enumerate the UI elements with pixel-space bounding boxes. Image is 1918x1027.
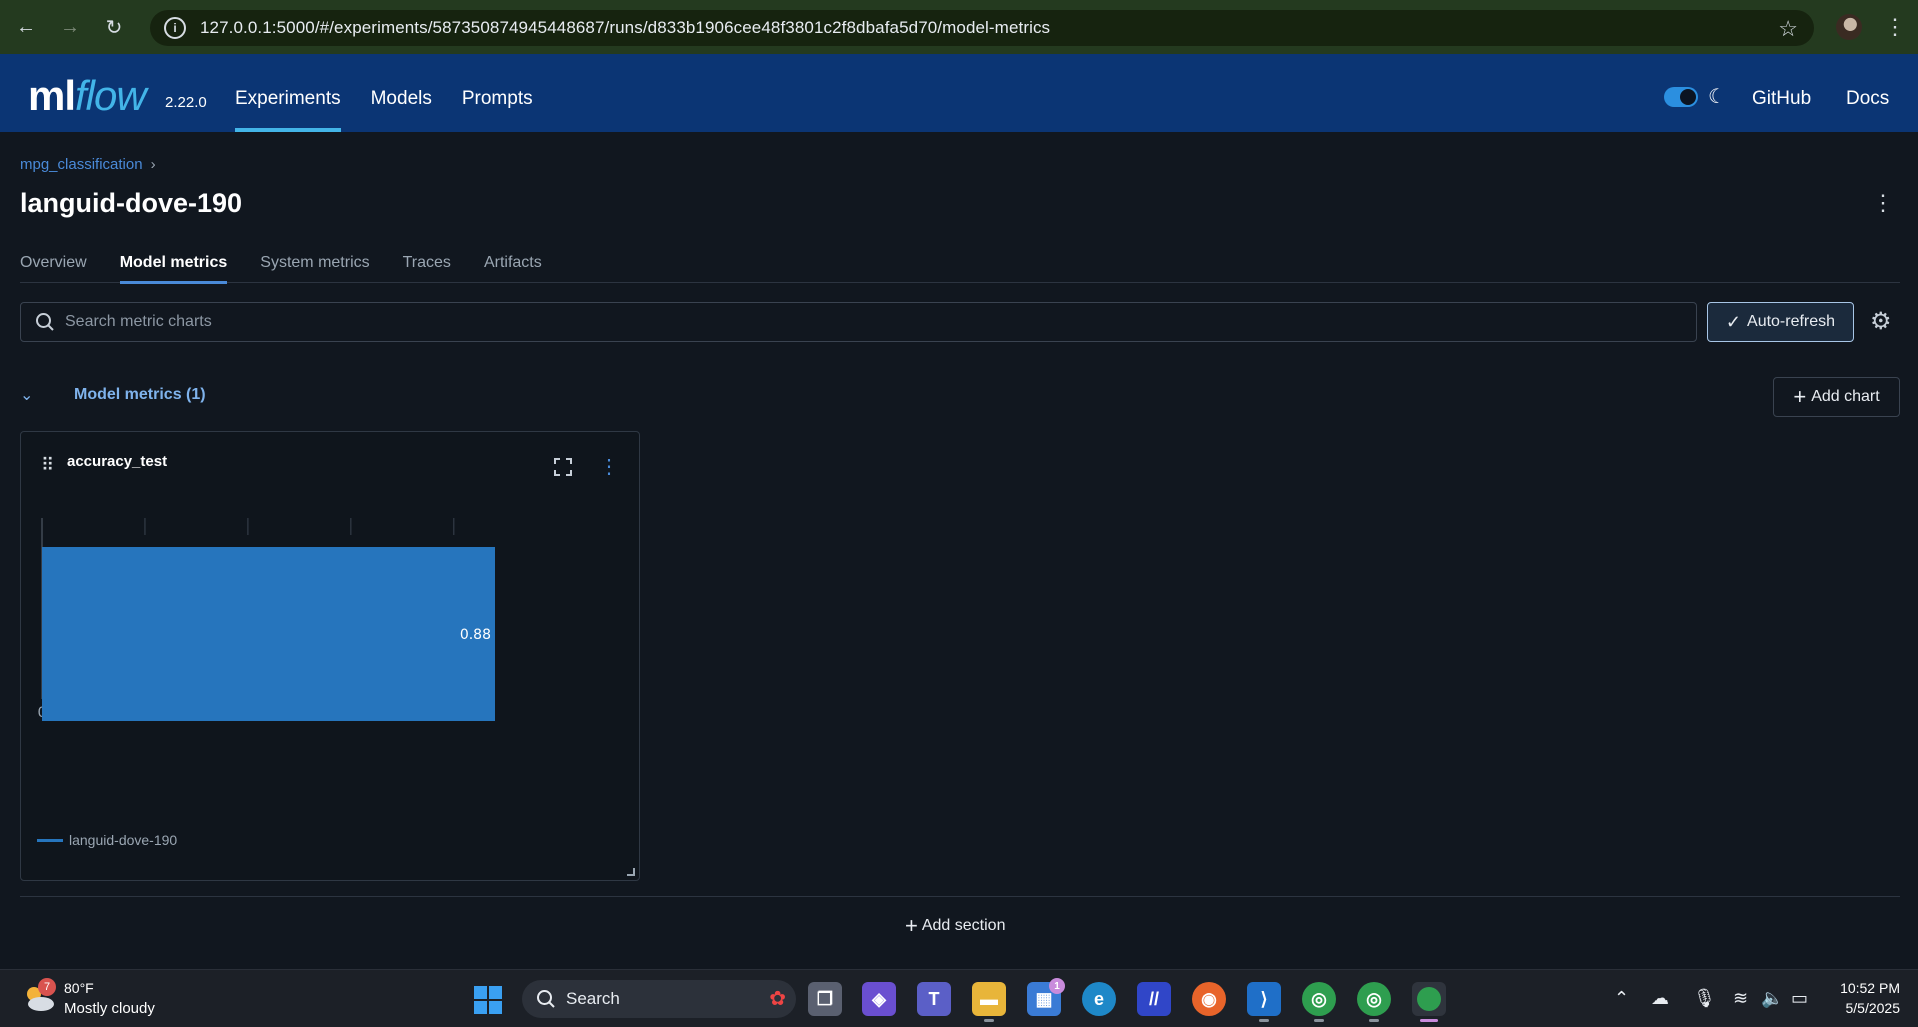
teams-icon[interactable]: T: [917, 982, 951, 1016]
file-explorer-icon[interactable]: ▬: [972, 982, 1006, 1022]
run-tabs: Overview Model metrics System metrics Tr…: [20, 254, 1900, 284]
legend-label: languid-dove-190: [69, 832, 178, 848]
search-placeholder: Search metric charts: [65, 313, 212, 330]
mlflow-header: mlflow 2.22.0 Experiments Models Prompts…: [0, 54, 1918, 132]
tab-artifacts[interactable]: Artifacts: [484, 254, 542, 283]
search-icon: [537, 990, 555, 1008]
breadcrumb: mpg_classification ›: [20, 156, 156, 173]
chevron-down-icon[interactable]: ⌄: [20, 385, 50, 405]
wifi-icon[interactable]: ≋: [1733, 988, 1748, 1009]
chart-legend: languid-dove-190: [37, 832, 177, 848]
add-chart-button[interactable]: + Add chart: [1773, 377, 1900, 417]
taskbar: 7 80°F Mostly cloudy Search ✿ ❐ ◈ T ▬ ▦ 1…: [0, 969, 1918, 1027]
task-view-icon[interactable]: ❐: [808, 982, 842, 1016]
docs-link[interactable]: Docs: [1846, 88, 1889, 110]
address-bar[interactable]: i 127.0.0.1:5000/#/experiments/587350874…: [150, 10, 1814, 46]
section-header[interactable]: ⌄ Model metrics (1): [20, 385, 206, 405]
tab-system-metrics[interactable]: System metrics: [260, 254, 369, 283]
breadcrumb-experiment-link[interactable]: mpg_classification: [20, 156, 143, 173]
resize-handle-icon[interactable]: [627, 868, 635, 876]
auto-refresh-label: Auto-refresh: [1747, 313, 1836, 330]
onedrive-icon[interactable]: ☁: [1651, 988, 1669, 1009]
chrome-icon[interactable]: [1412, 982, 1446, 1022]
browser-toolbar: ← → ↻ i 127.0.0.1:5000/#/experiments/587…: [0, 0, 1918, 54]
address-url[interactable]: 127.0.0.1:5000/#/experiments/58735087494…: [200, 18, 1050, 38]
firefox-icon[interactable]: ◉: [1192, 982, 1226, 1016]
search-highlight-icon: ✿: [769, 988, 786, 1010]
mlflow-logo[interactable]: mlflow: [28, 72, 147, 120]
tab-model-metrics[interactable]: Model metrics: [119, 254, 227, 284]
tab-traces[interactable]: Traces: [403, 254, 451, 283]
section-divider: [20, 896, 1900, 897]
add-section-label: Add section: [921, 917, 1006, 934]
add-chart-label: Add chart: [1811, 388, 1880, 405]
forward-arrow-icon[interactable]: →: [52, 9, 88, 45]
legend-swatch: [37, 838, 63, 842]
edge-icon[interactable]: e: [1082, 982, 1116, 1016]
bar-data-label: 0.88: [460, 627, 491, 643]
nav-prompts[interactable]: Prompts: [462, 54, 533, 132]
top-nav: Experiments Models Prompts: [235, 54, 563, 132]
moon-icon: ☾: [1708, 86, 1726, 108]
checkmark-icon: ✓: [1725, 311, 1742, 332]
dark-mode-toggle[interactable]: [1664, 87, 1698, 107]
back-arrow-icon[interactable]: ←: [8, 9, 44, 45]
chrome-icon[interactable]: ◎: [1357, 982, 1391, 1022]
page-title: languid-dove-190: [20, 188, 243, 218]
nav-models[interactable]: Models: [371, 54, 432, 132]
store-badge: 1: [1049, 978, 1065, 994]
clock-date[interactable]: 5/5/2025: [1834, 1000, 1901, 1016]
taskbar-search[interactable]: Search ✿: [522, 980, 796, 1018]
microphone-icon[interactable]: 🎙: [1693, 988, 1716, 1009]
chart-card: ⠿ accuracy_test ⋮ 00.20.40.60.80.88 lang…: [20, 431, 640, 881]
github-link[interactable]: GitHub: [1752, 88, 1811, 110]
copilot-icon[interactable]: ◈: [862, 982, 896, 1016]
app-icon[interactable]: //: [1137, 982, 1171, 1016]
version-label: 2.22.0: [165, 94, 207, 111]
chrome-icon[interactable]: ◎: [1302, 982, 1336, 1022]
chevron-up-icon[interactable]: ⌃: [1614, 988, 1629, 1009]
tab-overview[interactable]: Overview: [20, 254, 87, 283]
weather-desc[interactable]: Mostly cloudy: [64, 1000, 155, 1017]
battery-icon[interactable]: ▭: [1791, 988, 1808, 1009]
plus-icon: +: [1793, 384, 1807, 409]
gear-icon[interactable]: ⚙: [1870, 307, 1892, 336]
search-input[interactable]: Search metric charts: [20, 302, 1697, 342]
auto-refresh-button[interactable]: ✓ Auto-refresh: [1707, 302, 1854, 342]
run-actions-menu-icon[interactable]: ⋮: [1872, 190, 1894, 216]
vscode-icon[interactable]: ⟩: [1247, 982, 1281, 1022]
weather-temp[interactable]: 80°F: [64, 980, 94, 996]
site-info-icon[interactable]: i: [164, 17, 186, 39]
plus-icon: +: [905, 913, 918, 938]
section-label: Model metrics (1): [74, 386, 206, 403]
microsoft-store-icon[interactable]: ▦ 1: [1027, 978, 1065, 1016]
windows-start-icon[interactable]: [474, 986, 502, 1014]
taskbar-search-label: Search: [566, 989, 620, 1008]
profile-avatar[interactable]: [1836, 14, 1862, 40]
bookmark-star-icon[interactable]: ☆: [1778, 16, 1798, 42]
browser-menu-icon[interactable]: ⋮: [1884, 14, 1906, 40]
bar: [42, 547, 495, 721]
bar-chart: 00.20.40.60.80.88: [38, 518, 495, 721]
clock-time[interactable]: 10:52 PM: [1834, 980, 1900, 996]
volume-icon[interactable]: 🔈: [1761, 988, 1783, 1009]
weather-badge: 7: [38, 978, 56, 996]
nav-experiments[interactable]: Experiments: [235, 54, 341, 132]
reload-icon[interactable]: ↻: [96, 9, 132, 45]
add-section-button[interactable]: + Add section: [905, 913, 1005, 939]
search-icon: [36, 313, 54, 331]
breadcrumb-separator: ›: [150, 156, 156, 173]
